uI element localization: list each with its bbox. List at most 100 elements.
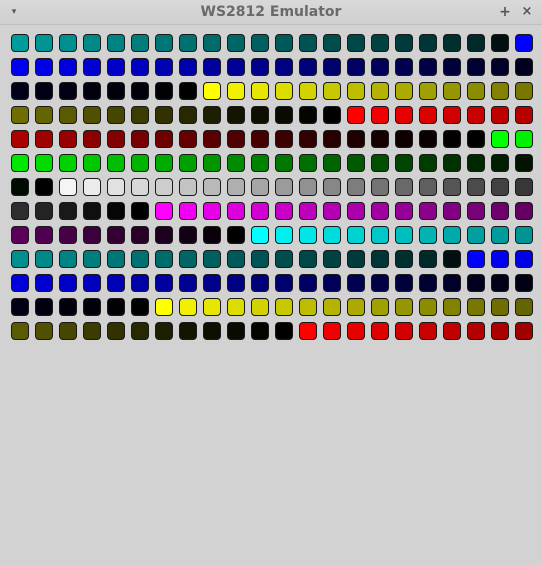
led-pixel [491,130,509,148]
led-pixel [155,58,173,76]
led-pixel [107,82,125,100]
led-pixel [395,226,413,244]
led-pixel [371,34,389,52]
led-pixel [35,82,53,100]
led-pixel [443,178,461,196]
led-pixel [347,82,365,100]
led-pixel [227,202,245,220]
led-pixel [419,106,437,124]
led-pixel [395,202,413,220]
led-pixel [59,82,77,100]
led-pixel [275,178,293,196]
led-pixel [275,34,293,52]
led-pixel [131,34,149,52]
led-pixel [131,58,149,76]
led-pixel [131,250,149,268]
led-pixel [323,178,341,196]
led-pixel [443,154,461,172]
led-pixel [11,274,29,292]
led-pixel [227,226,245,244]
led-pixel [251,202,269,220]
led-pixel [11,226,29,244]
led-pixel [515,82,533,100]
led-pixel [299,58,317,76]
led-pixel [155,34,173,52]
led-pixel [59,226,77,244]
led-pixel [347,154,365,172]
led-pixel [419,178,437,196]
led-pixel [11,58,29,76]
led-pixel [11,250,29,268]
led-pixel [275,106,293,124]
led-pixel [323,274,341,292]
led-pixel [203,322,221,340]
led-pixel [395,274,413,292]
led-pixel [371,82,389,100]
led-pixel [347,130,365,148]
led-pixel [371,226,389,244]
led-pixel [155,202,173,220]
led-pixel [107,226,125,244]
led-pixel [299,298,317,316]
led-pixel [491,250,509,268]
led-pixel [131,82,149,100]
led-pixel [467,250,485,268]
led-pixel [155,130,173,148]
led-pixel [467,202,485,220]
led-pixel [419,298,437,316]
led-pixel [251,226,269,244]
led-pixel [419,322,437,340]
led-pixel [107,34,125,52]
led-pixel [203,202,221,220]
led-pixel [227,130,245,148]
led-pixel [467,322,485,340]
led-pixel [107,58,125,76]
led-pixel [299,154,317,172]
led-pixel [443,226,461,244]
led-pixel [11,178,29,196]
led-pixel [203,274,221,292]
led-pixel [371,130,389,148]
led-pixel [443,298,461,316]
led-pixel [419,226,437,244]
led-pixel [419,58,437,76]
led-pixel [323,298,341,316]
led-pixel [35,298,53,316]
led-pixel [59,298,77,316]
led-pixel [323,322,341,340]
led-pixel [155,274,173,292]
led-pixel [419,250,437,268]
led-pixel [395,250,413,268]
led-pixel [395,82,413,100]
led-pixel [227,322,245,340]
led-pixel [347,58,365,76]
led-pixel [347,322,365,340]
led-pixel [83,178,101,196]
led-pixel [347,298,365,316]
led-pixel [131,202,149,220]
led-pixel [275,274,293,292]
led-pixel [59,274,77,292]
led-pixel [83,322,101,340]
led-pixel [179,34,197,52]
led-pixel [251,322,269,340]
led-pixel [11,298,29,316]
led-pixel [203,298,221,316]
led-pixel [275,202,293,220]
led-pixel [131,226,149,244]
led-pixel [491,322,509,340]
led-pixel [179,130,197,148]
led-pixel [467,226,485,244]
led-pixel [371,154,389,172]
led-pixel [299,106,317,124]
led-pixel [83,154,101,172]
led-pixel [251,82,269,100]
led-pixel [323,250,341,268]
led-pixel [515,130,533,148]
led-pixel [395,298,413,316]
led-pixel [131,274,149,292]
led-pixel [155,178,173,196]
led-pixel [251,298,269,316]
led-pixel [275,154,293,172]
led-pixel [323,34,341,52]
